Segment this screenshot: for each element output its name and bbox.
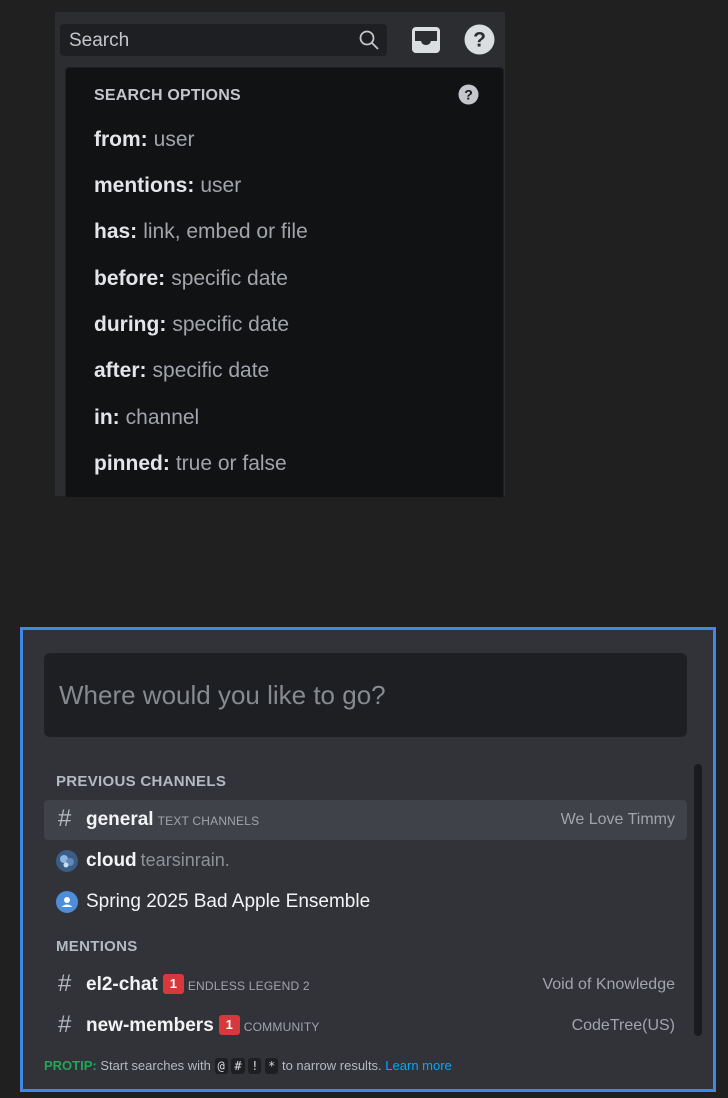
search-placeholder: Search xyxy=(69,30,130,51)
search-panel: Search ? SEARCH OPTIONS ? from: user ment… xyxy=(55,12,505,498)
user-display-name: cloud xyxy=(86,850,137,871)
hash-icon: # xyxy=(58,1011,72,1038)
hash-icon: # xyxy=(58,970,72,997)
protip: PROTIP: Start searches with @ # ! * to n… xyxy=(44,1058,452,1074)
mentions-label: MENTIONS xyxy=(56,938,138,955)
search-option-pinned[interactable]: pinned: true or false xyxy=(94,452,287,476)
mention-badge: 1 xyxy=(162,974,184,994)
search-input[interactable]: Search xyxy=(60,24,387,56)
search-option-before[interactable]: before: specific date xyxy=(94,267,288,291)
search-option-from[interactable]: from: user xyxy=(94,128,195,152)
svg-text:?: ? xyxy=(464,87,473,103)
server-name: Void of Knowledge xyxy=(542,976,675,993)
symbol-bang: ! xyxy=(248,1058,262,1074)
group-dm-name: Spring 2025 Bad Apple Ensemble xyxy=(86,891,371,912)
hash-icon: # xyxy=(58,805,72,832)
server-name: We Love Timmy xyxy=(560,811,675,828)
result-row-cloud[interactable]: cloud tearsinrain. xyxy=(44,841,687,881)
result-row-group-dm[interactable]: Spring 2025 Bad Apple Ensemble xyxy=(44,882,687,922)
search-option-after[interactable]: after: specific date xyxy=(94,359,269,383)
search-option-has[interactable]: has: link, embed or file xyxy=(94,220,308,244)
server-name: CodeTree(US) xyxy=(571,1017,675,1034)
learn-more-link[interactable]: Learn more xyxy=(385,1058,451,1073)
category-name: COMMUNITY xyxy=(243,1020,320,1034)
search-option-in[interactable]: in: channel xyxy=(94,406,199,430)
result-row-new-members[interactable]: # new-members 1 COMMUNITY CodeTree(US) xyxy=(44,1006,687,1046)
category-name: TEXT CHANNELS xyxy=(157,814,260,828)
channel-name: new-members xyxy=(86,1015,214,1036)
user-avatar xyxy=(56,850,78,872)
channel-name: general xyxy=(86,809,154,830)
category-name: ENDLESS LEGEND 2 xyxy=(187,979,310,993)
quick-switcher: Where would you like to go? PREVIOUS CHA… xyxy=(20,627,716,1092)
help-icon[interactable]: ? xyxy=(464,24,495,55)
search-option-mentions[interactable]: mentions: user xyxy=(94,174,241,198)
symbol-star: * xyxy=(265,1058,279,1074)
svg-text:?: ? xyxy=(473,29,486,52)
search-icon[interactable] xyxy=(359,30,379,50)
protip-text-after: to narrow results. xyxy=(281,1058,382,1073)
search-options-popout: SEARCH OPTIONS ? from: user mentions: user… xyxy=(65,67,504,498)
search-option-during[interactable]: during: specific date xyxy=(94,313,289,337)
group-dm-icon xyxy=(56,891,78,913)
inbox-icon[interactable] xyxy=(411,26,441,54)
help-icon[interactable]: ? xyxy=(458,84,479,105)
quick-switcher-input[interactable]: Where would you like to go? xyxy=(44,653,687,737)
username: tearsinrain. xyxy=(140,850,230,870)
mention-badge: 1 xyxy=(218,1015,240,1035)
result-row-el2-chat[interactable]: # el2-chat 1 ENDLESS LEGEND 2 Void of Know… xyxy=(44,965,687,1005)
protip-label: PROTIP: xyxy=(44,1058,97,1073)
previous-channels-label: PREVIOUS CHANNELS xyxy=(56,773,227,790)
symbol-hash: # xyxy=(231,1058,245,1074)
result-row-general[interactable]: # general TEXT CHANNELS We Love Timmy xyxy=(44,800,687,840)
protip-text-before: Start searches with xyxy=(100,1058,211,1073)
results-scrollbar[interactable] xyxy=(694,764,702,1036)
symbol-at: @ xyxy=(214,1058,228,1074)
search-options-header: SEARCH OPTIONS xyxy=(94,87,241,104)
channel-name: el2-chat xyxy=(86,974,158,995)
quick-switcher-placeholder: Where would you like to go? xyxy=(59,680,386,710)
